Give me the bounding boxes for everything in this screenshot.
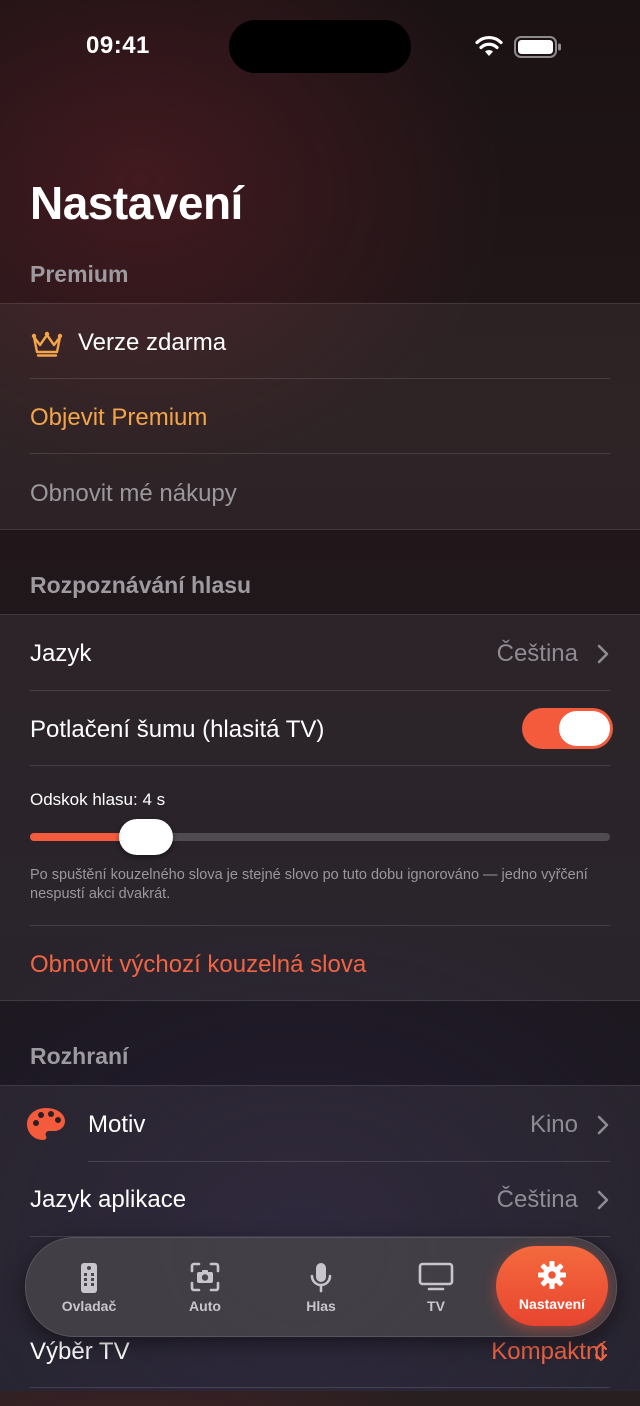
theme-value: Kino	[529, 1111, 578, 1138]
app-language-label: Jazyk aplikace	[30, 1186, 187, 1213]
debounce-hint: Po spuštění kouzelného slova je stejné s…	[30, 867, 588, 902]
wifi-icon	[475, 35, 503, 56]
section-header-voice: Rozpoznávání hlasu	[30, 572, 252, 598]
chevron-right-icon	[597, 1190, 609, 1210]
toggle-knob	[559, 711, 610, 746]
tab-label: TV	[427, 1298, 445, 1314]
battery-icon	[514, 36, 561, 58]
tab-settings[interactable]: Nastavení	[496, 1246, 608, 1326]
tv-select-value[interactable]: Kompaktní	[491, 1338, 606, 1366]
page-title: Nastavení	[30, 177, 243, 229]
premium-group: Verze zdarma Objevit Premium Obnovit mé …	[0, 303, 640, 530]
microphone-icon	[310, 1263, 332, 1293]
discover-premium-button[interactable]: Objevit Premium	[30, 404, 207, 432]
app-language-value: Čeština	[496, 1186, 578, 1213]
status-time: 09:41	[86, 32, 150, 59]
palette-icon	[27, 1108, 65, 1140]
slider-thumb[interactable]	[119, 819, 173, 855]
section-header-premium: Premium	[30, 261, 129, 287]
tab-label: Nastavení	[518, 1296, 586, 1312]
debounce-slider[interactable]	[30, 819, 610, 855]
plan-label: Verze zdarma	[78, 329, 227, 356]
chevron-up-down-icon	[594, 1342, 608, 1362]
tv-select-label: Výběr TV	[30, 1338, 130, 1365]
chevron-right-icon	[597, 644, 609, 664]
dynamic-island	[229, 20, 411, 73]
tab-label: Hlas	[306, 1298, 336, 1314]
tab-voice[interactable]: Hlas	[266, 1238, 376, 1336]
tab-tv[interactable]: TV	[381, 1238, 491, 1336]
tv-icon	[418, 1262, 454, 1291]
theme-label: Motiv	[88, 1111, 146, 1138]
chevron-right-icon	[597, 1115, 609, 1135]
debounce-label: Odskok hlasu: 4 s	[30, 790, 166, 809]
remote-icon	[81, 1263, 97, 1293]
tab-label: Ovladač	[61, 1298, 117, 1314]
section-header-interface: Rozhraní	[30, 1043, 129, 1069]
restore-purchases-button[interactable]: Obnovit mé nákupy	[30, 480, 237, 508]
noise-suppression-label: Potlačení šumu (hlasitá TV)	[30, 716, 325, 743]
voice-group: Jazyk Čeština Potlačení šumu (hlasitá TV…	[0, 614, 640, 1001]
language-value: Čeština	[496, 640, 578, 667]
tab-remote[interactable]: Ovladač	[34, 1238, 144, 1336]
reset-magic-words-button[interactable]: Obnovit výchozí kouzelná slova	[30, 951, 366, 979]
crown-icon	[31, 331, 63, 357]
language-label: Jazyk	[30, 640, 92, 667]
gear-icon	[538, 1261, 566, 1289]
tab-auto[interactable]: Auto	[150, 1238, 260, 1336]
camera-scan-icon	[190, 1262, 220, 1292]
tab-bar: Ovladač Auto Hlas TV Nastavení	[25, 1237, 617, 1337]
noise-suppression-toggle[interactable]	[522, 708, 613, 749]
tab-label: Auto	[189, 1298, 221, 1314]
